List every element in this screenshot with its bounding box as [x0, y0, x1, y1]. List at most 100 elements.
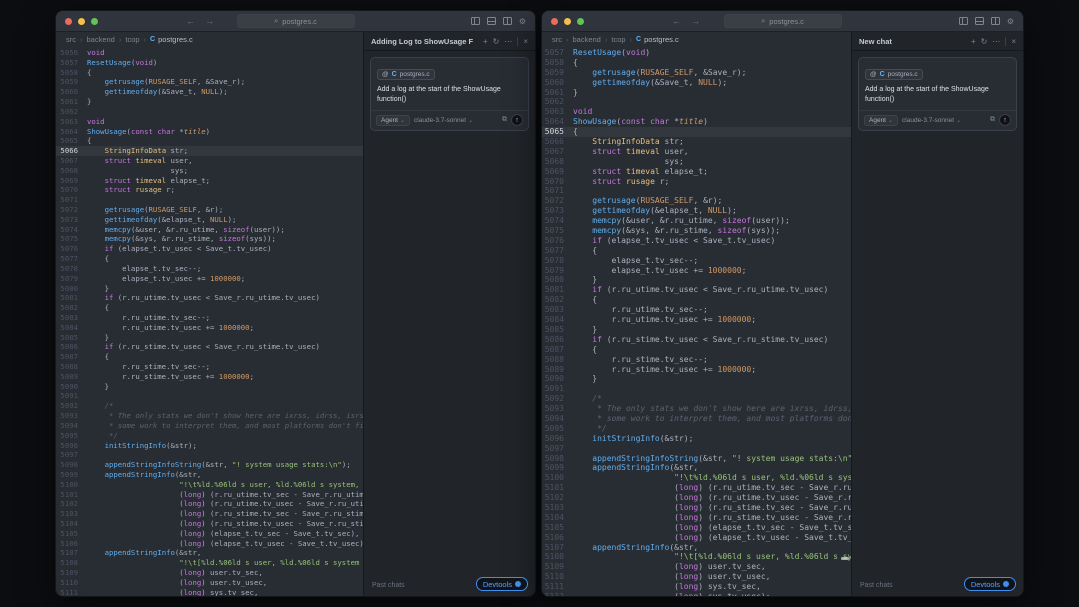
code-line[interactable]: 5058{ — [542, 58, 851, 68]
code-line[interactable]: 5100 "!\t%ld.%06ld s user, %ld.%06ld s s… — [542, 473, 851, 483]
code-line[interactable]: 5099 appendStringInfo(&str, — [56, 470, 363, 480]
code-line[interactable]: 5077 { — [542, 246, 851, 256]
code-line[interactable]: 5094 * some work to interpret them, and … — [56, 421, 363, 431]
code-line[interactable]: 5096 initStringInfo(&str); — [56, 441, 363, 451]
code-editor[interactable]: 5057ResetUsage(void)5058{5059 getrusage(… — [542, 46, 851, 596]
back-icon[interactable]: ← — [672, 16, 681, 26]
code-line[interactable]: 5111 (long) sys.tv_sec, — [542, 582, 851, 592]
code-line[interactable]: 5085 } — [542, 325, 851, 335]
devtools-badge[interactable]: Devtools — [964, 577, 1016, 591]
code-line[interactable]: 5086 if (r.ru_stime.tv_usec < Save_r.ru_… — [56, 342, 363, 352]
toggle-bottom-dock-icon[interactable] — [975, 17, 984, 25]
code-line[interactable]: 5074 memcpy(&user, &r.ru_utime, sizeof(u… — [56, 225, 363, 235]
message-input[interactable]: Add a log at the start of the ShowUsage … — [377, 85, 522, 104]
code-line[interactable]: 5087 { — [56, 352, 363, 362]
code-line[interactable]: 5091 — [542, 384, 851, 394]
toggle-right-dock-icon[interactable] — [991, 17, 1000, 25]
code-line[interactable]: 5092 /* — [56, 401, 363, 411]
breadcrumb-item[interactable]: tcop — [125, 35, 139, 44]
code-line[interactable]: 5080 } — [56, 284, 363, 294]
code-line[interactable]: 5065{ — [542, 127, 851, 137]
code-line[interactable]: 5104 (long) (r.ru_stime.tv_usec - Save_r… — [542, 513, 851, 523]
code-line[interactable]: 5080 } — [542, 275, 851, 285]
toggle-left-dock-icon[interactable] — [959, 17, 968, 25]
code-line[interactable]: 5074 memcpy(&user, &r.ru_utime, sizeof(u… — [542, 216, 851, 226]
zoom-window-button[interactable] — [577, 18, 584, 25]
code-line[interactable]: 5059 getrusage(RUSAGE_SELF, &Save_r); — [56, 77, 363, 87]
breadcrumb[interactable]: src › backend › tcop › C postgres.c — [56, 32, 363, 46]
code-line[interactable]: 5060 gettimeofday(&Save_t, NULL); — [542, 78, 851, 88]
code-line[interactable]: 5112 (long) sys.tv_usec); — [542, 592, 851, 596]
breadcrumb-filename[interactable]: postgres.c — [158, 35, 193, 44]
code-line[interactable]: 5095 */ — [56, 431, 363, 441]
code-line[interactable]: 5108 "!\t[%ld.%06ld s user, %ld.%06ld s … — [542, 552, 851, 562]
code-line[interactable]: 5083 r.ru_utime.tv_sec--; — [542, 305, 851, 315]
code-line[interactable]: 5090 } — [542, 374, 851, 384]
code-line[interactable]: 5057ResetUsage(void) — [56, 58, 363, 68]
code-line[interactable]: 5093 * The only stats we don't show here… — [542, 404, 851, 414]
file-finder[interactable]: ⌕ postgres.c — [237, 14, 355, 28]
close-panel-icon[interactable]: × — [1011, 37, 1016, 46]
code-line[interactable]: 5068 sys; — [542, 157, 851, 167]
code-line[interactable]: 5102 (long) (r.ru_utime.tv_usec - Save_r… — [542, 493, 851, 503]
code-line[interactable]: 5097 — [56, 450, 363, 460]
code-line[interactable]: 5107 appendStringInfo(&str, — [56, 548, 363, 558]
minimize-window-button[interactable] — [78, 18, 85, 25]
code-line[interactable]: 5087 { — [542, 345, 851, 355]
code-line[interactable]: 5068 sys; — [56, 166, 363, 176]
code-line[interactable]: 5099 appendStringInfo(&str, — [542, 463, 851, 473]
agent-mode-selector[interactable]: Agent ⌄ — [864, 115, 898, 126]
code-line[interactable]: 5075 memcpy(&sys, &r.ru_stime, sizeof(sy… — [542, 226, 851, 236]
code-line[interactable]: 5072 getrusage(RUSAGE_SELF, &r); — [56, 205, 363, 215]
breadcrumb-item[interactable]: src — [66, 35, 76, 44]
breadcrumb-filename[interactable]: postgres.c — [644, 35, 679, 44]
code-line[interactable]: 5095 */ — [542, 424, 851, 434]
code-line[interactable]: 5064ShowUsage(const char *title) — [542, 117, 851, 127]
code-line[interactable]: 5088 r.ru_stime.tv_sec--; — [56, 362, 363, 372]
toggle-right-dock-icon[interactable] — [503, 17, 512, 25]
code-line[interactable]: 5064ShowUsage(const char *title) — [56, 127, 363, 137]
code-line[interactable]: 5062 — [542, 97, 851, 107]
code-line[interactable]: 5067 struct timeval user, — [56, 156, 363, 166]
code-line[interactable]: 5090 } — [56, 382, 363, 392]
code-line[interactable]: 5058{ — [56, 68, 363, 78]
new-chat-icon[interactable]: + — [971, 37, 976, 46]
code-line[interactable]: 5076 if (elapse_t.tv_usec < Save_t.tv_us… — [56, 244, 363, 254]
code-line[interactable]: 5111 (long) sys.tv_sec, — [56, 588, 363, 596]
send-button[interactable]: ↑ — [999, 114, 1011, 126]
code-line[interactable]: 5106 (long) (elapse_t.tv_usec - Save_t.t… — [56, 539, 363, 549]
code-line[interactable]: 5082 { — [56, 303, 363, 313]
code-line[interactable]: 5059 getrusage(RUSAGE_SELF, &Save_r); — [542, 68, 851, 78]
code-editor[interactable]: 5056void5057ResetUsage(void)5058{5059 ge… — [56, 46, 363, 596]
code-line[interactable]: 5078 elapse_t.tv_sec--; — [542, 256, 851, 266]
breadcrumb-item[interactable]: backend — [87, 35, 115, 44]
code-line[interactable]: 5070 struct rusage r; — [56, 185, 363, 195]
breadcrumb-item[interactable]: tcop — [611, 35, 625, 44]
model-selector[interactable]: claude-3.7-sonnet ⌄ — [414, 117, 473, 124]
code-line[interactable]: 5107 appendStringInfo(&str, — [542, 543, 851, 553]
code-line[interactable]: 5098 appendStringInfoString(&str, "! sys… — [542, 454, 851, 464]
code-line[interactable]: 5069 struct timeval elapse_t; — [542, 167, 851, 177]
code-line[interactable]: 5063void — [56, 117, 363, 127]
code-line[interactable]: 5070 struct rusage r; — [542, 177, 851, 187]
devtools-badge[interactable]: Devtools — [476, 577, 528, 591]
message-editor[interactable]: @ C postgres.c Add a log at the start of… — [858, 57, 1017, 131]
code-line[interactable]: 5105 (long) (elapse_t.tv_sec - Save_t.tv… — [542, 523, 851, 533]
code-line[interactable]: 5076 if (elapse_t.tv_usec < Save_t.tv_us… — [542, 236, 851, 246]
settings-gear-icon[interactable]: ⚙ — [1007, 17, 1014, 26]
attach-image-icon[interactable]: ⧉ — [990, 116, 995, 124]
context-file-chip[interactable]: @ C postgres.c — [377, 69, 435, 80]
breadcrumb-item[interactable]: backend — [573, 35, 601, 44]
breadcrumb[interactable]: src › backend › tcop › C postgres.c — [542, 32, 851, 46]
code-line[interactable]: 5081 if (r.ru_utime.tv_usec < Save_r.ru_… — [542, 285, 851, 295]
code-line[interactable]: 5110 (long) user.tv_usec, — [542, 572, 851, 582]
code-line[interactable]: 5089 r.ru_stime.tv_usec += 1000000; — [542, 365, 851, 375]
agent-mode-selector[interactable]: Agent ⌄ — [376, 115, 410, 126]
breadcrumb-item[interactable]: src — [552, 35, 562, 44]
history-icon[interactable]: ↻ — [981, 37, 988, 46]
more-options-icon[interactable]: ⋯ — [504, 37, 512, 46]
code-line[interactable]: 5081 if (r.ru_utime.tv_usec < Save_r.ru_… — [56, 293, 363, 303]
code-line[interactable]: 5071 — [56, 195, 363, 205]
history-icon[interactable]: ↻ — [493, 37, 500, 46]
message-input[interactable]: Add a log at the start of the ShowUsage … — [865, 85, 1010, 104]
